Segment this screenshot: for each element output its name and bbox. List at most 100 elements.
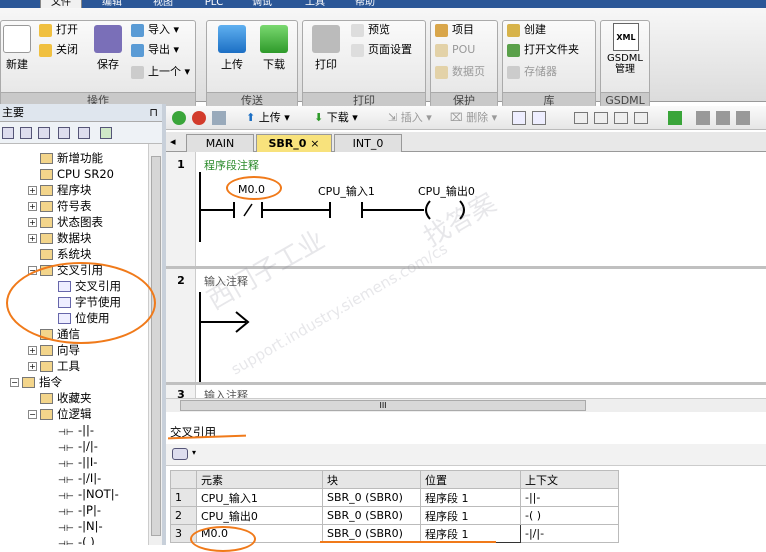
cell-element[interactable]: CPU_输入1	[196, 488, 323, 507]
contact-cpu-input1-label[interactable]: CPU_输入1	[318, 183, 375, 199]
protect-datapage-button[interactable]: 数据页	[435, 63, 485, 81]
delete-button[interactable]: ⌧ 删除 ▾	[450, 110, 497, 126]
tree-item[interactable]: 程序块	[40, 182, 92, 198]
new-button[interactable]: 新建	[3, 25, 31, 72]
tree-item[interactable]: 新增功能	[40, 150, 103, 166]
tree-item[interactable]: ⊣⊢ -|P|-	[58, 502, 101, 518]
tab-scroll-left-icon[interactable]: ◂	[170, 135, 176, 148]
tree-item[interactable]: ⊣⊢ -||-	[58, 422, 94, 438]
expand-toggle-icon[interactable]: +	[28, 346, 37, 355]
lock-editor-icon[interactable]	[696, 111, 710, 125]
editor-hscrollbar[interactable]: III	[166, 398, 766, 412]
tree-scroll-thumb[interactable]	[151, 156, 161, 536]
tree-item[interactable]: CPU SR20	[40, 166, 114, 182]
tree-tool-icon-4[interactable]	[58, 127, 70, 139]
column-header[interactable]: 块	[322, 470, 421, 489]
tree-tool-icon-6[interactable]	[100, 127, 112, 139]
expand-toggle-icon[interactable]: −	[10, 378, 19, 387]
editor-download-button[interactable]: ⬇ 下载 ▾	[314, 110, 358, 126]
cell-block[interactable]: SBR_0 (SBR0)	[322, 524, 421, 543]
tree-item[interactable]: 位逻辑	[40, 406, 92, 422]
cell-block[interactable]: SBR_0 (SBR0)	[322, 506, 421, 525]
cell-location[interactable]: 程序段 1	[420, 524, 521, 543]
open-folder-button[interactable]: 打开文件夹	[507, 41, 579, 59]
tree-item[interactable]: 向导	[40, 342, 80, 358]
timer-icon[interactable]	[634, 112, 648, 124]
goto-icon[interactable]	[668, 111, 682, 125]
tree-item[interactable]: ⊣⊢ -|/I|-	[58, 470, 101, 486]
gsdml-manage-button[interactable]: XML GSDML 管理	[605, 23, 647, 75]
network-icon-1[interactable]	[512, 111, 526, 125]
protect-pou-button[interactable]: POU	[435, 41, 475, 59]
unlock-editor-icon[interactable]	[716, 111, 730, 125]
box-icon[interactable]	[614, 112, 628, 124]
cell-block[interactable]: SBR_0 (SBR0)	[322, 488, 421, 507]
stop-icon[interactable]	[192, 111, 206, 125]
network-comment[interactable]: 程序段注释	[204, 157, 259, 173]
tree-item[interactable]: ⊣⊢ -( )	[58, 534, 95, 545]
bookmark-icon[interactable]	[736, 111, 750, 125]
download-button[interactable]: 下载	[257, 25, 291, 72]
hscroll-thumb[interactable]: III	[180, 400, 586, 411]
xref-view-icon[interactable]	[172, 448, 188, 460]
expand-toggle-icon[interactable]: +	[28, 234, 37, 243]
tree-scrollbar[interactable]	[148, 144, 162, 545]
tree-tool-icon-2[interactable]	[20, 127, 32, 139]
tab-sbr0[interactable]: SBR_0 ×	[256, 134, 332, 152]
table-row[interactable]: 2 CPU_输出0 SBR_0 (SBR0) 程序段 1 -( )	[170, 506, 619, 525]
cell-location[interactable]: 程序段 1	[420, 506, 521, 525]
open-button[interactable]: 打开	[39, 21, 78, 39]
tree-item[interactable]: 收藏夹	[40, 390, 92, 406]
tree-item[interactable]: 指令	[22, 374, 62, 390]
expand-toggle-icon[interactable]: +	[28, 218, 37, 227]
coil-icon[interactable]	[594, 112, 608, 124]
cell-context[interactable]: -( )	[520, 506, 619, 525]
tab-int0[interactable]: INT_0	[334, 134, 402, 152]
tree-item[interactable]: 工具	[40, 358, 80, 374]
tree-item[interactable]: 系统块	[40, 246, 92, 262]
cell-location[interactable]: 程序段 1	[420, 488, 521, 507]
tree-item[interactable]: ⊣⊢ -||I-	[58, 454, 97, 470]
page-setup-button[interactable]: 页面设置	[351, 41, 412, 59]
preview-button[interactable]: 预览	[351, 21, 390, 39]
close-button[interactable]: 关闭	[39, 41, 78, 59]
create-library-button[interactable]: 创建	[507, 21, 546, 39]
expand-toggle-icon[interactable]: +	[28, 362, 37, 371]
memory-button[interactable]: 存储器	[507, 63, 557, 81]
print-button[interactable]: 打印	[309, 25, 343, 72]
import-button[interactable]: 导入 ▾	[131, 21, 179, 39]
tree-item[interactable]: 符号表	[40, 198, 92, 214]
expand-toggle-icon[interactable]: −	[28, 410, 37, 419]
tree-item[interactable]: ⊣⊢ -|/|-	[58, 438, 98, 454]
column-header[interactable]: 元素	[196, 470, 323, 489]
column-header[interactable]: 上下文	[520, 470, 619, 489]
tree-item[interactable]: ⊣⊢ -|N|-	[58, 518, 103, 534]
expand-toggle-icon[interactable]: +	[28, 202, 37, 211]
tree-item[interactable]: 状态图表	[40, 214, 103, 230]
close-tab-icon[interactable]: ×	[310, 137, 319, 150]
insert-button[interactable]: ⇲ 插入 ▾	[388, 110, 432, 126]
tab-main[interactable]: MAIN	[186, 134, 254, 152]
column-header[interactable]: 位置	[420, 470, 521, 489]
cell-context[interactable]: -|/|-	[520, 524, 619, 543]
tree-tool-icon-3[interactable]	[38, 127, 50, 139]
expand-toggle-icon[interactable]: +	[28, 186, 37, 195]
run-icon[interactable]	[172, 111, 186, 125]
chevron-down-icon[interactable]: ▾	[192, 448, 196, 457]
protect-project-button[interactable]: 项目	[435, 21, 474, 39]
tree-tool-icon-5[interactable]	[78, 127, 90, 139]
save-button[interactable]: 保存	[93, 25, 123, 72]
network-icon-2[interactable]	[532, 111, 546, 125]
cell-context[interactable]: -||-	[520, 488, 619, 507]
table-row[interactable]: 1 CPU_输入1 SBR_0 (SBR0) 程序段 1 -||-	[170, 488, 619, 507]
tree-item[interactable]: ⊣⊢ -|NOT|-	[58, 486, 119, 502]
previous-button[interactable]: 上一个 ▾	[131, 63, 190, 81]
tree-item[interactable]: 数据块	[40, 230, 92, 246]
editor-upload-button[interactable]: ⬆ 上传 ▾	[246, 110, 290, 126]
contact-icon[interactable]	[574, 112, 588, 124]
export-button[interactable]: 导出 ▾	[131, 41, 179, 59]
compile-icon[interactable]	[212, 111, 226, 125]
upload-button[interactable]: 上传	[215, 25, 249, 72]
cell-element[interactable]: CPU_输出0	[196, 506, 323, 525]
tree-tool-icon-1[interactable]	[2, 127, 14, 139]
